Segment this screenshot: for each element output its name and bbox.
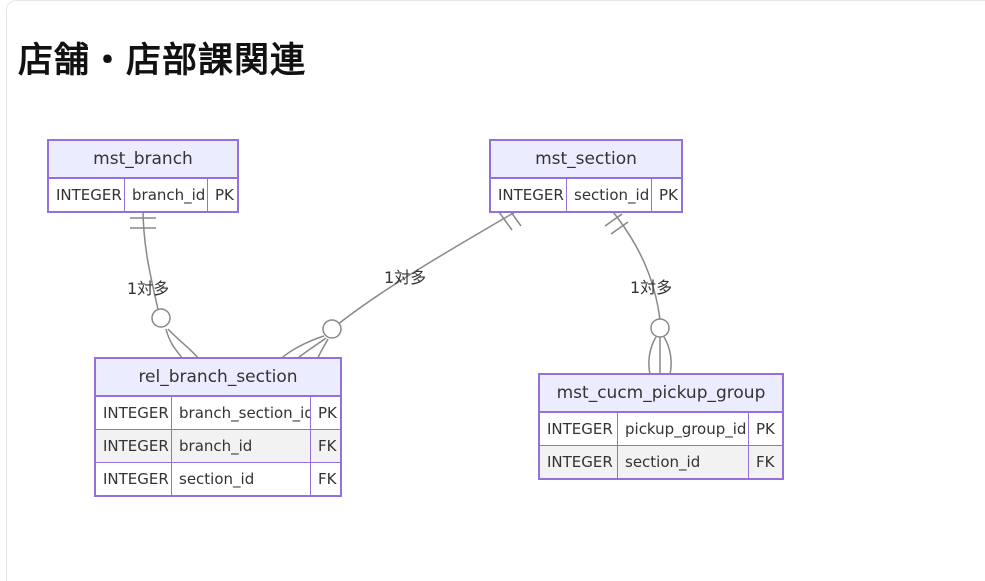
column-type: INTEGER (103, 470, 169, 488)
entity-name: mst_cucm_pickup_group (540, 375, 782, 412)
table-row: INTEGER pickup_group_id PK (540, 412, 782, 445)
column-key: FK (748, 446, 782, 478)
column-key: PK (310, 397, 340, 429)
column-key: PK (207, 179, 237, 211)
table-row: INTEGER branch_section_id PK (96, 396, 340, 429)
entity-mst-branch[interactable]: mst_branch INTEGER branch_id PK (47, 139, 239, 213)
rel-line-section-branch (331, 207, 523, 330)
column-key: PK (651, 179, 681, 211)
zero-circle (322, 319, 342, 339)
entity-rel-branch-section[interactable]: rel_branch_section INTEGER branch_sectio… (94, 357, 342, 497)
entity-mst-section[interactable]: mst_section INTEGER section_id PK (489, 139, 683, 213)
rel-line-branch (142, 207, 161, 319)
zero-circle (650, 318, 670, 338)
column-type: INTEGER (103, 404, 169, 422)
column-key: PK (748, 413, 782, 445)
entity-name: rel_branch_section (96, 359, 340, 396)
column-name: branch_section_id (171, 397, 310, 429)
relationship-label: 1対多 (127, 279, 170, 298)
column-key: FK (310, 430, 340, 462)
column-type: INTEGER (56, 186, 122, 204)
table-row: INTEGER section_id PK (491, 178, 681, 211)
crow-foot (165, 328, 183, 359)
column-name: section_id (566, 179, 651, 211)
column-name: section_id (171, 463, 310, 495)
table-row: INTEGER section_id FK (540, 445, 782, 478)
column-type: INTEGER (103, 437, 169, 455)
column-name: section_id (617, 446, 748, 478)
entity-name: mst_section (491, 141, 681, 178)
column-key: FK (310, 463, 340, 495)
relationship-label: 1対多 (384, 268, 427, 287)
entity-name: mst_branch (49, 141, 237, 178)
column-type: INTEGER (498, 186, 564, 204)
table-row: INTEGER branch_id PK (49, 178, 237, 211)
table-row: INTEGER section_id FK (96, 462, 340, 495)
crow-foot (663, 336, 672, 375)
rel-line-section-pickup (609, 207, 661, 321)
column-name: pickup_group_id (617, 413, 748, 445)
zero-circle (151, 308, 171, 328)
relationship-label: 1対多 (630, 278, 673, 297)
column-name: branch_id (171, 430, 310, 462)
entity-mst-cucm-pickup-group[interactable]: mst_cucm_pickup_group INTEGER pickup_gro… (538, 373, 784, 480)
table-row: INTEGER branch_id FK (96, 429, 340, 462)
column-name: branch_id (124, 179, 207, 211)
column-type: INTEGER (547, 420, 613, 438)
column-type: INTEGER (547, 453, 613, 471)
crow-foot (648, 336, 657, 375)
